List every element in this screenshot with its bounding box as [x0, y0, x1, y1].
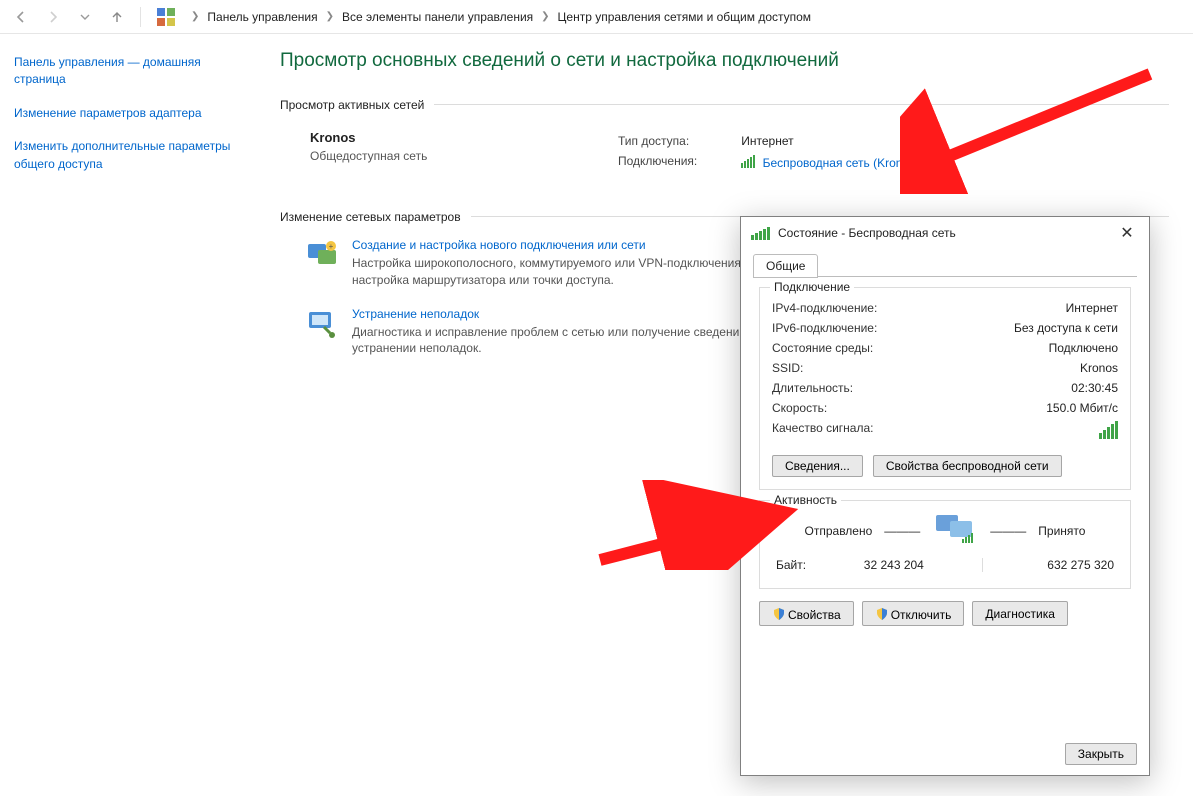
new-connection-icon: + [306, 238, 338, 270]
connections-label: Подключения: [612, 152, 703, 172]
sidebar-link-home[interactable]: Панель управления — домашняя страница [14, 54, 242, 89]
media-state-value: Подключено [1049, 341, 1118, 355]
dialog-title: Состояние - Беспроводная сеть [778, 226, 956, 240]
properties-button[interactable]: Свойства [759, 601, 854, 626]
breadcrumb-item[interactable]: Центр управления сетями и общим доступом [554, 8, 816, 26]
duration-label: Длительность: [772, 381, 853, 395]
connection-legend: Подключение [770, 280, 854, 294]
speed-label: Скорость: [772, 401, 827, 415]
connection-link[interactable]: Беспроводная сеть (Kronos) [763, 156, 920, 170]
new-connection-link[interactable]: Создание и настройка нового подключения … [352, 238, 646, 252]
breadcrumb-item[interactable]: Все элементы панели управления [338, 8, 537, 26]
section-active-networks: Просмотр активных сетей [280, 98, 424, 112]
access-type-label: Тип доступа: [612, 132, 703, 150]
close-button[interactable]: Закрыть [1065, 743, 1137, 765]
sidebar: Панель управления — домашняя страница Из… [0, 34, 256, 796]
duration-value: 02:30:45 [1071, 381, 1118, 395]
ipv6-label: IPv6-подключение: [772, 321, 877, 335]
activity-monitors-icon [932, 511, 978, 550]
tab-general[interactable]: Общие [753, 254, 818, 278]
signal-quality-icon [1099, 421, 1118, 439]
troubleshoot-link[interactable]: Устранение неполадок [352, 307, 479, 321]
diagnostics-button[interactable]: Диагностика [972, 601, 1068, 626]
troubleshoot-desc: Диагностика и исправление проблем с сеть… [352, 324, 792, 358]
received-label: Принято [1038, 524, 1085, 538]
wireless-properties-button[interactable]: Свойства беспроводной сети [873, 455, 1062, 477]
ssid-label: SSID: [772, 361, 803, 375]
network-type: Общедоступная сеть [310, 149, 550, 163]
shield-icon [875, 607, 889, 621]
nav-forward-button[interactable] [40, 4, 66, 30]
connection-group: Подключение IPv4-подключение:Интернет IP… [759, 287, 1131, 490]
sidebar-link-adapter-settings[interactable]: Изменение параметров адаптера [14, 105, 242, 122]
access-type-value: Интернет [705, 132, 925, 150]
chevron-right-icon: ❯ [191, 11, 199, 22]
details-button[interactable]: Сведения... [772, 455, 863, 477]
nav-back-button[interactable] [8, 4, 34, 30]
chevron-right-icon: ❯ [326, 11, 334, 22]
activity-group: Активность Отправлено ——— [759, 500, 1131, 589]
wifi-signal-icon [741, 155, 755, 168]
ipv4-value: Интернет [1066, 301, 1118, 315]
ipv4-label: IPv4-подключение: [772, 301, 877, 315]
nav-recent-dropdown[interactable] [72, 4, 98, 30]
new-connection-desc: Настройка широкополосного, коммутируемог… [352, 255, 792, 289]
close-icon[interactable]: ✕ [1113, 223, 1141, 243]
ssid-value: Kronos [1080, 361, 1118, 375]
network-name: Kronos [310, 130, 550, 145]
sent-label: Отправлено [805, 524, 873, 538]
wifi-status-dialog: Состояние - Беспроводная сеть ✕ Общие По… [740, 216, 1150, 776]
breadcrumb: ❯ Панель управления ❯ Все элементы панел… [191, 8, 815, 26]
troubleshoot-icon [306, 307, 338, 339]
section-change-settings: Изменение сетевых параметров [280, 210, 461, 224]
svg-text:+: + [329, 242, 334, 251]
active-network-block: Kronos Общедоступная сеть Тип доступа: И… [280, 118, 1169, 180]
ipv6-value: Без доступа к сети [1014, 321, 1118, 335]
control-panel-icon [155, 6, 177, 28]
page-title: Просмотр основных сведений о сети и наст… [280, 50, 1169, 72]
shield-icon [772, 607, 786, 621]
dialog-titlebar: Состояние - Беспроводная сеть ✕ [741, 217, 1149, 249]
address-bar: ❯ Панель управления ❯ Все элементы панел… [0, 0, 1193, 34]
disable-button[interactable]: Отключить [862, 601, 965, 626]
breadcrumb-item[interactable]: Панель управления [203, 8, 321, 26]
chevron-right-icon: ❯ [541, 11, 549, 22]
wifi-signal-icon [751, 227, 770, 240]
media-state-label: Состояние среды: [772, 341, 873, 355]
sidebar-link-sharing-settings[interactable]: Изменить дополнительные параметры общего… [14, 138, 242, 173]
sent-bytes: 32 243 204 [864, 558, 924, 572]
activity-legend: Активность [770, 493, 841, 507]
nav-up-button[interactable] [104, 4, 130, 30]
speed-value: 150.0 Мбит/с [1046, 401, 1118, 415]
signal-quality-label: Качество сигнала: [772, 421, 873, 442]
received-bytes: 632 275 320 [1047, 558, 1114, 572]
bytes-label: Байт: [776, 558, 806, 572]
